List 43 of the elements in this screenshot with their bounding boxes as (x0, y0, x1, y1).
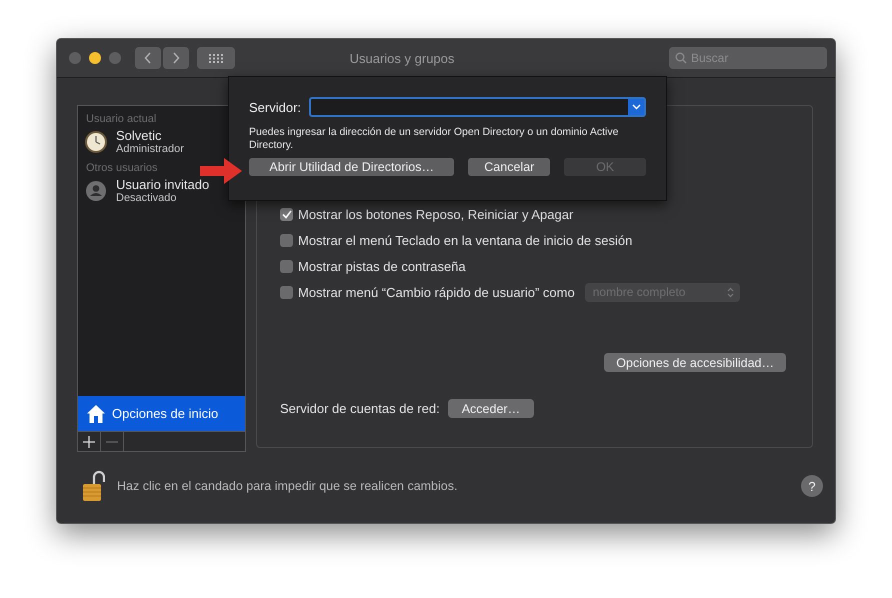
window-title: Usuarios y grupos (348, 50, 456, 66)
user-name: Usuario invitado (116, 177, 210, 192)
plus-icon (83, 436, 95, 448)
clock-avatar-icon (84, 130, 108, 154)
forward-button[interactable] (163, 47, 189, 69)
checkbox-label: Mostrar menú “Cambio rápido de usuario” como (298, 284, 575, 300)
updown-icon (726, 286, 734, 298)
checkbox-label: Mostrar pistas de contraseña (298, 258, 466, 274)
server-label: Servidor: (249, 100, 302, 114)
show-all-button[interactable] (197, 47, 235, 69)
back-icon (144, 52, 152, 64)
house-icon (86, 404, 106, 424)
checkbox[interactable] (280, 234, 293, 246)
help-button[interactable]: ? (801, 475, 823, 497)
minimize-button[interactable] (89, 52, 101, 64)
dialog-button[interactable]: Cancelar (468, 158, 550, 176)
grid-icon (209, 54, 223, 62)
forward-icon (172, 52, 180, 64)
checkbox[interactable] (280, 286, 293, 298)
section-header: Otros usuarios (85, 162, 159, 174)
back-button[interactable] (135, 47, 161, 69)
checkbox-label: Mostrar el menú Teclado en la ventana de inicio de sesión (298, 232, 632, 248)
server-field[interactable] (309, 97, 646, 117)
search-icon (675, 52, 687, 64)
chevron-down-icon (632, 104, 640, 110)
user-item[interactable]: Solvetic Administrador (78, 128, 245, 161)
minus-icon (106, 440, 118, 442)
section-header: Usuario actual (85, 113, 158, 125)
join-button[interactable]: Acceder… (448, 399, 534, 418)
network-server-label: Servidor de cuentas de red: (280, 401, 440, 416)
user-role: Administrador (116, 143, 184, 155)
unlocked-padlock-icon (81, 470, 105, 502)
accessibility-options-button[interactable]: Opciones de accesibilidad… (604, 353, 786, 372)
user-role: Desactivado (116, 192, 178, 204)
login-options-item[interactable]: Opciones de inicio (78, 396, 245, 431)
dialog-button[interactable]: Abrir Utilidad de Directorios… (249, 158, 454, 176)
checkbox[interactable] (280, 208, 293, 220)
checkbox-label: Mostrar los botones Reposo, Reiniciar y Apagar (298, 206, 574, 222)
user-name: Solvetic (116, 128, 163, 143)
lock-message: Haz clic en el candado para impedir que se realicen cambios. (117, 479, 458, 493)
dialog-hint: Puedes ingresar la dirección de un servidor Open Directory o un dominio Active Directory. (249, 126, 620, 152)
user-avatar-icon (84, 178, 108, 202)
checkbox[interactable] (280, 260, 293, 272)
